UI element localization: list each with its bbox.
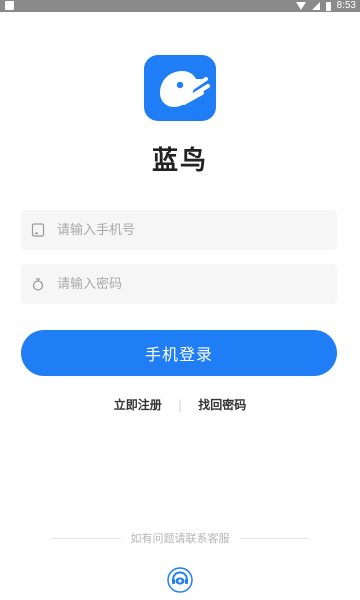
password-input[interactable] — [55, 275, 319, 293]
support-text: 如有问题请联系客服 — [130, 532, 230, 545]
wifi-icon — [295, 2, 306, 10]
app-notification-icon — [5, 1, 14, 10]
status-icons: 8:53 — [295, 0, 356, 12]
signal-icon — [311, 2, 320, 10]
password-field[interactable] — [21, 264, 337, 304]
app-logo-icon — [144, 55, 216, 121]
phone-icon — [31, 223, 45, 237]
lock-icon — [32, 278, 44, 291]
divider-left — [52, 537, 121, 539]
link-divider: | — [177, 398, 183, 412]
status-time: 8:53 — [336, 0, 356, 11]
forgot-password-link[interactable]: 找回密码 — [198, 398, 246, 412]
app-name: 蓝鸟 — [151, 146, 208, 176]
phone-login-button[interactable]: 手机登录 — [21, 330, 337, 376]
auth-links: 立即注册 | 找回密码 — [0, 396, 360, 413]
support-notice: 如有问题请联系客服 — [52, 530, 308, 546]
phone-input[interactable] — [55, 221, 319, 239]
battery-icon — [325, 1, 331, 11]
register-link[interactable]: 立即注册 — [114, 398, 162, 412]
customer-service-icon[interactable] — [166, 566, 194, 594]
divider-right — [239, 537, 308, 539]
phone-field[interactable] — [21, 210, 337, 250]
status-bar: 8:53 — [0, 0, 360, 12]
